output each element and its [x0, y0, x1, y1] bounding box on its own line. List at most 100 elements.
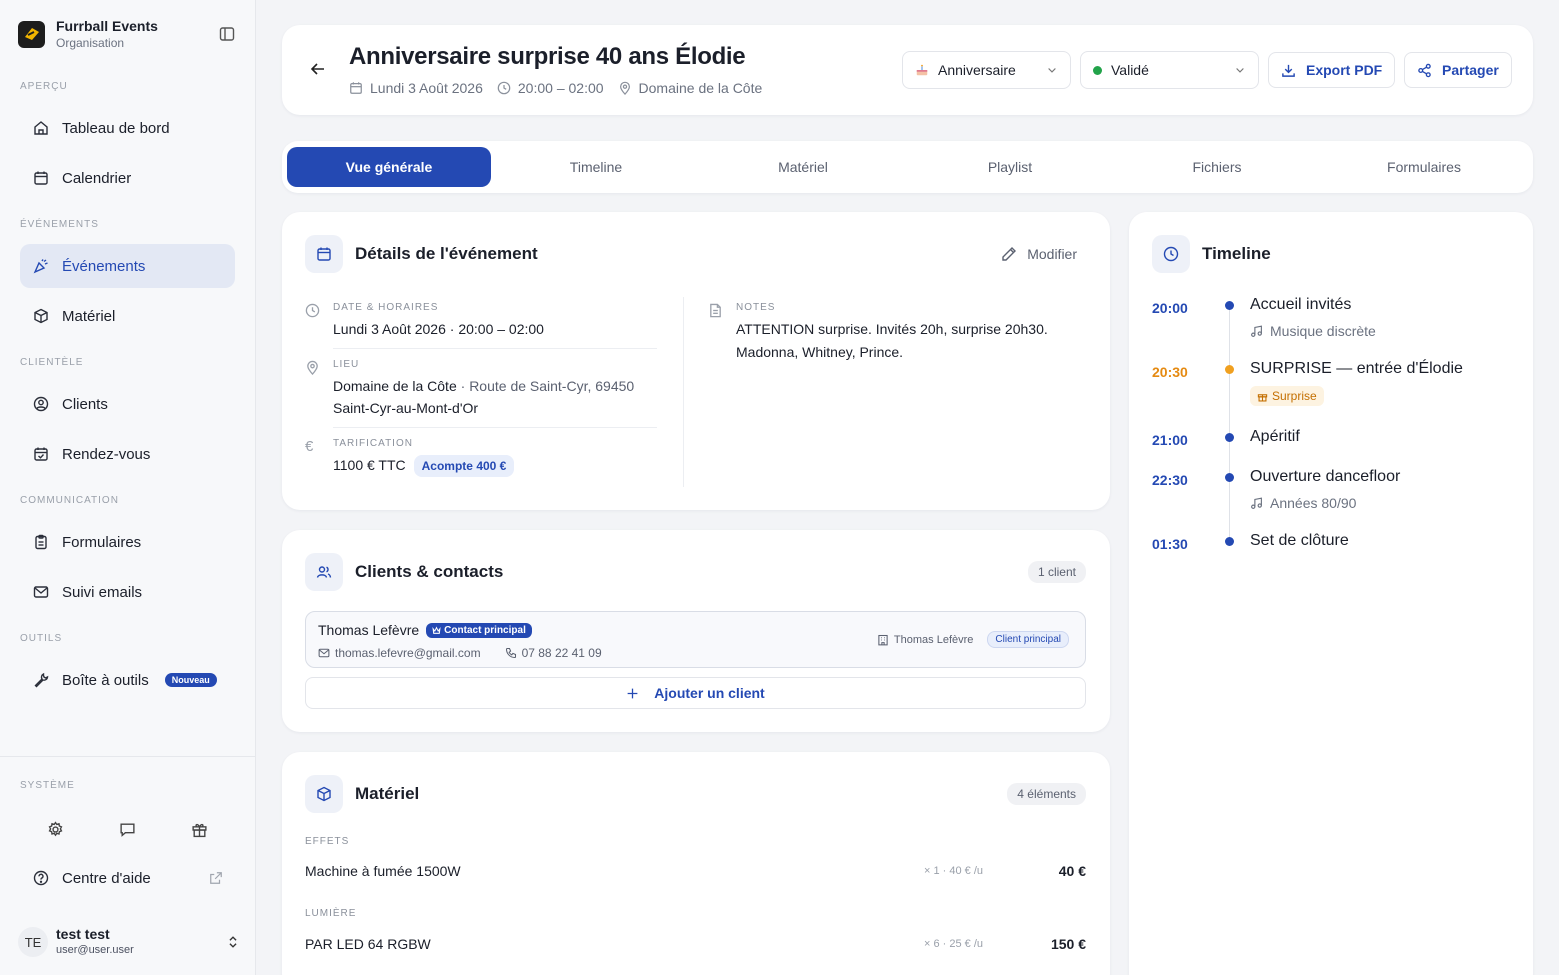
- external-link-icon: [209, 871, 223, 885]
- list-item[interactable]: Machine à fumée 1500W × 1 · 40 € /u 40 €: [305, 863, 1086, 879]
- timeline-dot: [1225, 301, 1234, 310]
- user-circle-icon: [32, 395, 50, 413]
- section-evenements: Événements: [20, 219, 99, 230]
- gift-icon[interactable]: [184, 814, 214, 844]
- party-icon: [32, 257, 50, 275]
- modify-button[interactable]: Modifier: [1001, 246, 1077, 262]
- notes-line-1: ATTENTION surprise. Invités 20h, surpris…: [736, 321, 1048, 337]
- date-field: Date & horaires Lundi 3 Août 2026 · 20:0…: [305, 302, 544, 340]
- chevron-down-icon: [1046, 64, 1058, 76]
- org-name: Furrball Events: [56, 17, 158, 34]
- item-qty: × 6 · 25 € /u: [924, 938, 984, 950]
- place-city: Saint-Cyr-au-Mont-d'Or: [333, 400, 479, 416]
- details-title: Détails de l'événement: [355, 244, 538, 263]
- clients-card: Clients & contacts 1 client Thomas Lefèv…: [282, 530, 1110, 732]
- event-time: 20:00 – 02:00: [517, 80, 604, 96]
- tab-vue-generale[interactable]: Vue générale: [287, 147, 491, 187]
- clients-title: Clients & contacts: [355, 562, 504, 581]
- share-icon: [1418, 63, 1431, 77]
- event-meta: Lundi 3 Août 2026 20:00 – 02:00 Domaine …: [349, 80, 776, 96]
- sidebar-item-label: Boîte à outils: [62, 671, 149, 689]
- materiel-category: EFFETS: [305, 836, 350, 847]
- client-card[interactable]: Thomas Lefèvre Contact principal thomas.…: [305, 611, 1086, 668]
- timeline-entry-title: Ouverture dancefloor: [1250, 468, 1401, 485]
- tab-formulaires[interactable]: Formulaires: [1322, 147, 1526, 187]
- timeline-dot: [1225, 537, 1234, 546]
- org-switcher[interactable]: Furrball Events Organisation: [18, 16, 238, 52]
- calendar-icon: [305, 235, 343, 273]
- pricing-field: € Tarification 1100 € TTC Acompte 400 €: [305, 438, 515, 478]
- section-clientele: Clientèle: [20, 357, 84, 368]
- back-arrow-icon[interactable]: [310, 61, 326, 77]
- tab-fichiers[interactable]: Fichiers: [1115, 147, 1319, 187]
- sidebar-item-clients[interactable]: Clients: [20, 382, 235, 426]
- timeline-entry-title: Set de clôture: [1250, 532, 1349, 549]
- calendar-check-icon: [32, 445, 50, 463]
- clock-icon: [497, 81, 511, 95]
- place-address: · Route de Saint-Cyr, 69450: [456, 378, 635, 394]
- add-client-button[interactable]: Ajouter un client: [305, 677, 1086, 709]
- client-count: 1 client: [1027, 561, 1086, 583]
- sidebar-item-label: Rendez-vous: [62, 445, 151, 463]
- item-price: 150 €: [1050, 936, 1086, 952]
- notes-field: Notes ATTENTION surprise. Invités 20h, s…: [708, 302, 1048, 364]
- sidebar-item-emails[interactable]: Suivi emails: [20, 570, 235, 614]
- share-button[interactable]: Partager: [1404, 52, 1512, 88]
- sidebar-item-events[interactable]: Événements: [20, 244, 235, 288]
- sidebar-item-label: Centre d'aide: [62, 869, 151, 887]
- client-phone: 07 88 22 41 09: [521, 646, 602, 660]
- gear-icon[interactable]: [41, 814, 71, 844]
- user-name: test test: [56, 926, 110, 942]
- pencil-icon: [1002, 247, 1017, 261]
- sidebar-item-materiel[interactable]: Matériel: [20, 294, 235, 338]
- timeline-time: 20:30: [1152, 364, 1188, 380]
- timeline-entry-title: Apéritif: [1250, 428, 1300, 445]
- tab-playlist[interactable]: Playlist: [908, 147, 1112, 187]
- client-email: thomas.lefevre@gmail.com: [335, 646, 481, 660]
- box-icon: [32, 307, 50, 325]
- surprise-tag: Surprise: [1250, 386, 1324, 406]
- user-menu[interactable]: TE test test user@user.user: [18, 922, 240, 962]
- users-icon: [305, 553, 343, 591]
- sidebar-item-rendezvous[interactable]: Rendez-vous: [20, 432, 235, 476]
- crown-icon: [432, 626, 441, 634]
- pin-icon: [305, 359, 333, 419]
- page-title: Anniversaire surprise 40 ans Élodie: [349, 43, 746, 70]
- sidebar-toggle-icon[interactable]: [216, 23, 238, 45]
- help-circle-icon: [32, 869, 50, 887]
- event-details-card: Détails de l'événement Modifier Date & h…: [282, 212, 1110, 510]
- section-apercu: Aperçu: [20, 81, 68, 92]
- chat-icon[interactable]: [112, 814, 142, 844]
- user-email: user@user.user: [56, 944, 134, 956]
- gift-icon: [1257, 393, 1268, 402]
- sidebar-item-label: Clients: [62, 395, 108, 413]
- tab-materiel[interactable]: Matériel: [701, 147, 905, 187]
- timeline-entry-title: Accueil invités: [1250, 296, 1352, 313]
- materiel-count: 4 éléments: [1007, 783, 1086, 805]
- box-icon: [305, 775, 343, 813]
- deposit-badge: Acompte 400 €: [413, 455, 515, 478]
- contact-principal-badge: Contact principal: [426, 622, 532, 638]
- music-note-icon: [1251, 497, 1262, 509]
- sidebar-item-help[interactable]: Centre d'aide: [20, 856, 235, 900]
- tab-bar: Vue générale Timeline Matériel Playlist …: [282, 141, 1533, 193]
- tab-timeline[interactable]: Timeline: [494, 147, 698, 187]
- item-qty: × 1 · 40 € /u: [924, 865, 984, 877]
- org-subtitle: Organisation: [56, 35, 125, 50]
- sidebar-item-dashboard[interactable]: Tableau de bord: [20, 106, 235, 150]
- list-item[interactable]: PAR LED 64 RGBW × 6 · 25 € /u 150 €: [305, 936, 1086, 952]
- timeline-time: 21:00: [1152, 432, 1188, 448]
- status-select[interactable]: Validé: [1080, 51, 1259, 89]
- date-value: Lundi 3 Août 2026 · 20:00 – 02:00: [333, 321, 544, 337]
- item-price: 40 €: [1058, 863, 1086, 879]
- timeline-dot: [1225, 365, 1234, 374]
- org-logo: [18, 20, 45, 48]
- sidebar-item-toolbox[interactable]: Boîte à outils Nouveau: [20, 658, 235, 702]
- sidebar-item-calendar[interactable]: Calendrier: [20, 156, 235, 200]
- event-type-select[interactable]: Anniversaire: [902, 51, 1071, 89]
- sidebar-item-formulaires[interactable]: Formulaires: [20, 520, 235, 564]
- section-systeme: Système: [20, 780, 75, 791]
- clock-icon: [305, 302, 333, 340]
- export-pdf-button[interactable]: Export PDF: [1268, 52, 1396, 88]
- sidebar: Furrball Events Organisation Aperçu Tabl…: [0, 0, 256, 975]
